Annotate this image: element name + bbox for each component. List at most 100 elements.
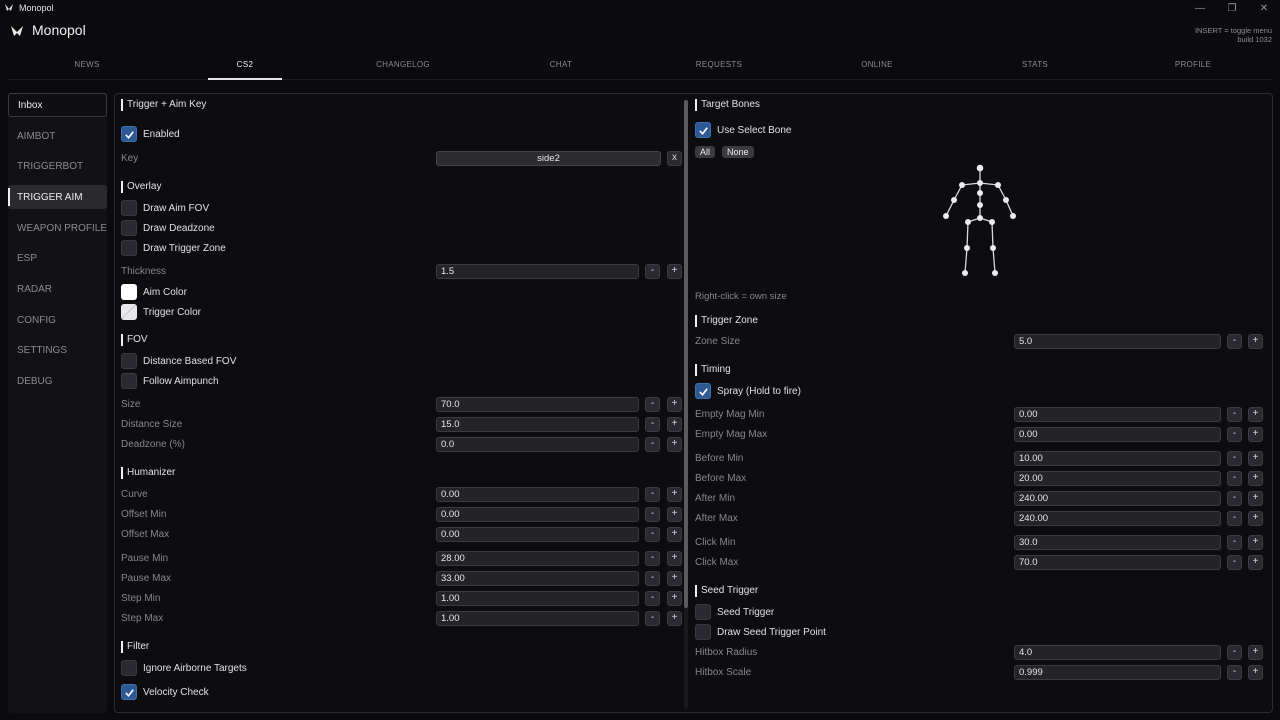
distance-size-plus-button[interactable]: + — [667, 417, 682, 432]
curve-minus-button[interactable]: - — [645, 487, 660, 502]
click-min-plus-button[interactable]: + — [1248, 535, 1263, 550]
offset-min-input[interactable]: 0.00 — [436, 507, 639, 522]
bone-skeleton-selector[interactable] — [935, 160, 1025, 285]
pause-max-plus-button[interactable]: + — [667, 571, 682, 586]
size-input[interactable]: 70.0 — [436, 397, 639, 412]
select-no-bones-button[interactable]: None — [722, 146, 754, 158]
click-min-input[interactable]: 30.0 — [1014, 535, 1221, 550]
thickness-input[interactable]: 1.5 — [436, 264, 639, 279]
sidebar-item-esp[interactable]: ESP — [8, 246, 107, 270]
sidebar-item-radar[interactable]: RADAR — [8, 277, 107, 301]
distance-size-input[interactable]: 15.0 — [436, 417, 639, 432]
step-max-plus-button[interactable]: + — [667, 611, 682, 626]
seed-trigger-box[interactable] — [695, 604, 711, 620]
left-column-scrollbar[interactable] — [684, 100, 688, 709]
clear-key-button[interactable]: x — [667, 151, 682, 166]
close-button[interactable]: ✕ — [1248, 0, 1280, 16]
before-max-plus-button[interactable]: + — [1248, 471, 1263, 486]
tab-cs2[interactable]: CS2 — [166, 52, 324, 80]
step-max-minus-button[interactable]: - — [645, 611, 660, 626]
enabled-checkbox[interactable]: Enabled — [121, 126, 180, 142]
aim-color-picker[interactable]: Aim Color — [121, 284, 187, 300]
hitbox-scale-minus-button[interactable]: - — [1227, 665, 1242, 680]
step-min-minus-button[interactable]: - — [645, 591, 660, 606]
click-min-minus-button[interactable]: - — [1227, 535, 1242, 550]
step-max-input[interactable]: 1.00 — [436, 611, 639, 626]
after-max-plus-button[interactable]: + — [1248, 511, 1263, 526]
minimize-button[interactable]: — — [1184, 0, 1216, 16]
empty-mag-max-plus-button[interactable]: + — [1248, 427, 1263, 442]
sidebar-item-weapon-profiles[interactable]: WEAPON PROFILES — [8, 216, 107, 240]
draw-trigger-zone-checkbox[interactable]: Draw Trigger Zone — [121, 240, 226, 256]
offset-min-plus-button[interactable]: + — [667, 507, 682, 522]
distance-based-fov-checkbox[interactable]: Distance Based FOV — [121, 353, 236, 369]
after-min-input[interactable]: 240.00 — [1014, 491, 1221, 506]
enabled-check-box[interactable] — [121, 126, 137, 142]
select-all-bones-button[interactable]: All — [695, 146, 716, 158]
thickness-plus-button[interactable]: + — [667, 264, 682, 279]
before-min-input[interactable]: 10.00 — [1014, 451, 1221, 466]
sidebar-item-inbox[interactable]: Inbox — [8, 93, 107, 117]
before-min-minus-button[interactable]: - — [1227, 451, 1242, 466]
aim-color-swatch[interactable] — [121, 284, 137, 300]
seed-trigger-checkbox[interactable]: Seed Trigger — [695, 604, 774, 620]
draw-deadzone-box[interactable] — [121, 220, 137, 236]
distance-based-fov-box[interactable] — [121, 353, 137, 369]
sidebar-item-trigger-aim[interactable]: TRIGGER AIM — [8, 185, 107, 209]
velocity-check-box[interactable] — [121, 684, 137, 700]
sidebar-item-debug[interactable]: DEBUG — [8, 369, 107, 393]
hitbox-scale-plus-button[interactable]: + — [1248, 665, 1263, 680]
scrollbar-thumb[interactable] — [684, 100, 688, 608]
empty-mag-max-input[interactable]: 0.00 — [1014, 427, 1221, 442]
after-min-minus-button[interactable]: - — [1227, 491, 1242, 506]
draw-seed-point-box[interactable] — [695, 624, 711, 640]
draw-trigger-zone-box[interactable] — [121, 240, 137, 256]
spray-box[interactable] — [695, 383, 711, 399]
zone-size-input[interactable]: 5.0 — [1014, 334, 1221, 349]
distance-size-minus-button[interactable]: - — [645, 417, 660, 432]
deadzone-plus-button[interactable]: + — [667, 437, 682, 452]
after-max-minus-button[interactable]: - — [1227, 511, 1242, 526]
follow-aimpunch-box[interactable] — [121, 373, 137, 389]
draw-aim-fov-box[interactable] — [121, 200, 137, 216]
click-max-minus-button[interactable]: - — [1227, 555, 1242, 570]
tab-stats[interactable]: STATS — [956, 52, 1114, 79]
empty-mag-min-input[interactable]: 0.00 — [1014, 407, 1221, 422]
before-max-minus-button[interactable]: - — [1227, 471, 1242, 486]
ignore-airborne-box[interactable] — [121, 660, 137, 676]
draw-deadzone-checkbox[interactable]: Draw Deadzone — [121, 220, 215, 236]
trigger-color-swatch[interactable] — [121, 304, 137, 320]
before-min-plus-button[interactable]: + — [1248, 451, 1263, 466]
zone-size-plus-button[interactable]: + — [1248, 334, 1263, 349]
pause-min-minus-button[interactable]: - — [645, 551, 660, 566]
offset-max-input[interactable]: 0.00 — [436, 527, 639, 542]
tab-requests[interactable]: REQUESTS — [640, 52, 798, 79]
draw-aim-fov-checkbox[interactable]: Draw Aim FOV — [121, 200, 209, 216]
size-minus-button[interactable]: - — [645, 397, 660, 412]
click-max-plus-button[interactable]: + — [1248, 555, 1263, 570]
use-select-bone-box[interactable] — [695, 122, 711, 138]
pause-min-input[interactable]: 28.00 — [436, 551, 639, 566]
tab-news[interactable]: NEWS — [8, 52, 166, 79]
pause-max-minus-button[interactable]: - — [645, 571, 660, 586]
offset-min-minus-button[interactable]: - — [645, 507, 660, 522]
follow-aimpunch-checkbox[interactable]: Follow Aimpunch — [121, 373, 219, 389]
empty-mag-min-plus-button[interactable]: + — [1248, 407, 1263, 422]
trigger-color-picker[interactable]: Trigger Color — [121, 304, 201, 320]
restore-button[interactable]: ❐ — [1216, 0, 1248, 16]
sidebar-item-config[interactable]: CONFIG — [8, 308, 107, 332]
empty-mag-min-minus-button[interactable]: - — [1227, 407, 1242, 422]
tab-profile[interactable]: PROFILE — [1114, 52, 1272, 79]
click-max-input[interactable]: 70.0 — [1014, 555, 1221, 570]
empty-mag-max-minus-button[interactable]: - — [1227, 427, 1242, 442]
tab-changelog[interactable]: CHANGELOG — [324, 52, 482, 79]
tab-chat[interactable]: CHAT — [482, 52, 640, 79]
velocity-check-checkbox[interactable]: Velocity Check — [121, 684, 209, 700]
step-min-plus-button[interactable]: + — [667, 591, 682, 606]
sidebar-item-triggerbot[interactable]: TRIGGERBOT — [8, 154, 107, 178]
use-select-bone-checkbox[interactable]: Use Select Bone — [695, 122, 792, 138]
hitbox-radius-minus-button[interactable]: - — [1227, 645, 1242, 660]
sidebar-item-aimbot[interactable]: AIMBOT — [8, 124, 107, 148]
hitbox-radius-plus-button[interactable]: + — [1248, 645, 1263, 660]
zone-size-minus-button[interactable]: - — [1227, 334, 1242, 349]
